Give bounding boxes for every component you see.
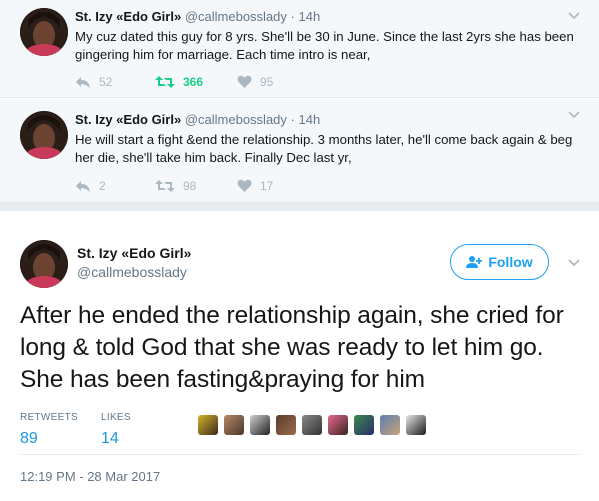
add-user-icon: [466, 256, 483, 268]
main-tweet: St. Izy «Edo Girl» @callmebosslady Follo…: [0, 211, 599, 501]
chevron-down-icon[interactable]: [567, 255, 581, 269]
liker-avatar[interactable]: [406, 415, 426, 435]
liker-avatar[interactable]: [276, 415, 296, 435]
tweet-actions: 2 98 17: [75, 179, 375, 195]
likes-value: 14: [101, 430, 119, 447]
divider: [20, 454, 580, 455]
chevron-down-icon[interactable]: [567, 8, 581, 22]
retweets-label: RETWEETS: [20, 412, 78, 423]
liker-avatar[interactable]: [198, 415, 218, 435]
tweet-timestamp[interactable]: 12:19 PM - 28 Mar 2017: [20, 469, 160, 484]
reply-icon: [76, 77, 90, 88]
liker-avatar[interactable]: [380, 415, 400, 435]
tweet-text: He will start a fight &end the relations…: [75, 132, 573, 165]
author-handle[interactable]: @callmebosslady: [77, 264, 187, 280]
reply-count: 52: [99, 75, 113, 89]
author-name[interactable]: St. Izy «Edo Girl»: [77, 245, 191, 261]
avatar[interactable]: [20, 240, 68, 288]
follow-button[interactable]: Follow: [450, 244, 549, 280]
like-count: 17: [260, 179, 274, 193]
thread-tweet-2[interactable]: St. Izy «Edo Girl» @callmebosslady · 14h…: [0, 99, 599, 203]
author-name[interactable]: St. Izy «Edo Girl»: [75, 112, 181, 127]
tweet-text: After he ended the relationship again, s…: [20, 302, 564, 393]
liker-avatar[interactable]: [328, 415, 348, 435]
avatar[interactable]: [20, 111, 68, 159]
liker-avatar[interactable]: [354, 415, 374, 435]
chevron-down-icon[interactable]: [567, 107, 581, 121]
likes-label: LIKES: [101, 412, 131, 423]
heart-icon: [237, 75, 252, 88]
retweet-count: 98: [183, 179, 197, 193]
liker-avatar[interactable]: [224, 415, 244, 435]
reply-icon: [76, 181, 90, 192]
tweet-stats: RETWEETS 89 LIKES 14: [20, 407, 580, 469]
avatar[interactable]: [20, 8, 68, 56]
tweet-time[interactable]: 14h: [299, 112, 321, 127]
tweet-header: St. Izy «Edo Girl» @callmebosslady · 14h: [75, 9, 320, 24]
heart-icon: [237, 179, 252, 192]
retweets-value: 89: [20, 430, 38, 447]
reply-button[interactable]: 2: [75, 179, 106, 193]
reply-button[interactable]: 52: [75, 75, 112, 89]
liker-avatar[interactable]: [302, 415, 322, 435]
separator: ·: [290, 112, 295, 127]
retweet-icon: [155, 76, 175, 88]
tweet-text: My cuz dated this guy for 8 yrs. She'll …: [75, 29, 574, 62]
like-count: 95: [260, 75, 274, 89]
author-handle[interactable]: @callmebosslady: [185, 112, 287, 127]
tweet-time[interactable]: 14h: [299, 9, 321, 24]
thread-separator: [0, 203, 599, 211]
like-button[interactable]: 17: [237, 179, 273, 193]
likes-stat[interactable]: LIKES 14: [101, 412, 131, 448]
liker-avatar[interactable]: [250, 415, 270, 435]
tweet-header: St. Izy «Edo Girl» @callmebosslady · 14h: [75, 112, 320, 127]
retweets-stat[interactable]: RETWEETS 89: [20, 412, 78, 448]
retweet-button[interactable]: 98: [155, 179, 196, 193]
retweet-icon: [155, 180, 175, 192]
retweet-count: 366: [183, 75, 204, 89]
like-button[interactable]: 95: [237, 75, 273, 89]
author-handle[interactable]: @callmebosslady: [185, 9, 287, 24]
tweet-actions: 52 366 95: [75, 75, 375, 91]
reply-count: 2: [99, 179, 106, 193]
follow-label: Follow: [488, 254, 533, 270]
author-name[interactable]: St. Izy «Edo Girl»: [75, 9, 181, 24]
liker-avatars: [198, 415, 426, 435]
separator: ·: [290, 9, 295, 24]
retweet-button[interactable]: 366: [155, 75, 203, 89]
thread-tweet-1[interactable]: St. Izy «Edo Girl» @callmebosslady · 14h…: [0, 0, 599, 98]
